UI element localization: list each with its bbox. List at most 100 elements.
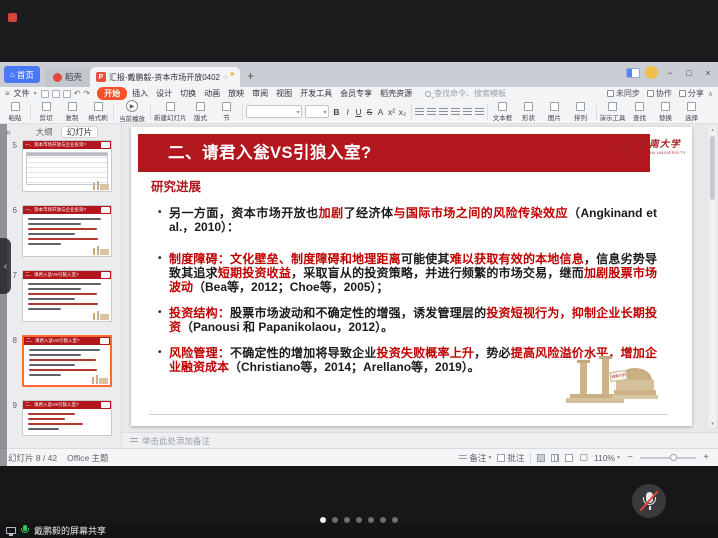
insert-形状-button[interactable]: 形状 — [517, 102, 541, 122]
maximize-button[interactable]: □ — [682, 68, 696, 78]
save-icon[interactable] — [41, 90, 49, 98]
export-pdf-icon[interactable] — [63, 90, 71, 98]
member-badge-icon[interactable] — [626, 68, 640, 78]
tools-替换-button[interactable]: 替换 — [654, 102, 678, 122]
format-S-button[interactable]: S — [365, 107, 375, 117]
tools-选择-button[interactable]: 选择 — [680, 102, 704, 122]
notes-toggle[interactable]: 备注 ▾ — [459, 452, 491, 464]
font-size-select[interactable]: ▾ — [305, 105, 329, 118]
slide-thumbnail-8[interactable]: 二、请君入瓮VS引狼入室? — [22, 335, 112, 387]
scroll-down-icon[interactable]: ▾ — [709, 421, 716, 427]
tools-查找-button[interactable]: 查找 — [628, 102, 652, 122]
text-segment: 股票市场波动和不确定性的增强，诱发管理层的 — [230, 306, 486, 320]
redo-icon[interactable]: ↷ — [83, 89, 90, 98]
align-right-icon[interactable] — [463, 108, 472, 116]
format-A-button[interactable]: A — [376, 107, 386, 117]
play-from-current-button[interactable]: ▶ 当前播放 — [117, 100, 147, 123]
file-menu[interactable]: 文件 — [14, 88, 30, 99]
zoom-slider-knob[interactable] — [670, 454, 677, 461]
slide-position: 幻灯片 8 / 42 — [8, 452, 57, 464]
align-left-icon[interactable] — [439, 108, 448, 116]
numbering-icon[interactable] — [427, 108, 436, 116]
close-button[interactable]: × — [701, 68, 715, 78]
bullets-icon[interactable] — [415, 108, 424, 116]
format-U-button[interactable]: U — [354, 107, 364, 117]
current-slide[interactable]: 二、请君入瓮VS引狼入室? 湖南大学 HUNAN UNIVERSITY 研究进展… — [131, 127, 692, 426]
menu-action-分享[interactable]: 分享 — [679, 88, 704, 99]
format-x₂-button[interactable]: x₂ — [398, 107, 408, 117]
undo-icon[interactable]: ↶ — [74, 89, 81, 98]
slide-thumbnail-9[interactable]: 二、请君入瓮VS引狼入室? — [22, 400, 112, 436]
new-tab-button[interactable]: + — [247, 69, 254, 83]
align-center-icon[interactable] — [451, 108, 460, 116]
text-line — [28, 308, 61, 310]
text-line — [28, 233, 75, 235]
format-I-button[interactable]: I — [343, 107, 353, 117]
zoom-in-button[interactable]: + — [702, 452, 710, 463]
text-segment: （Christiano等，2014；Arellano等，2019）。 — [229, 360, 480, 374]
paste-button[interactable]: 粘贴 — [3, 102, 27, 122]
search-box[interactable]: 查找命令、搜索模板 — [425, 88, 506, 99]
microphone-muted-button[interactable] — [632, 484, 666, 518]
zoom-slider[interactable] — [640, 457, 696, 459]
slide-sorter-view-button[interactable] — [551, 454, 559, 462]
menu-tab-稻壳资源[interactable]: 稻壳资源 — [377, 88, 415, 99]
scroll-up-icon[interactable]: ▴ — [709, 127, 716, 133]
collapse-ribbon-icon[interactable]: ∧ — [708, 90, 713, 98]
reading-view-button[interactable] — [565, 454, 573, 462]
home-tab[interactable]: ⌂ 首页 — [4, 66, 40, 83]
scrollbar-thumb[interactable] — [710, 136, 715, 200]
docer-tab[interactable]: 稻壳 — [45, 67, 90, 87]
menu-action-协作[interactable]: 协作 — [647, 88, 672, 99]
menu-tab-切换[interactable]: 切换 — [177, 88, 199, 99]
favorite-star-icon[interactable]: * — [230, 73, 234, 81]
format-x²-button[interactable]: x² — [387, 107, 397, 117]
notes-bar[interactable]: 单击此处添加备注 — [122, 432, 718, 448]
menu-tab-开始[interactable]: 开始 — [97, 87, 127, 100]
slides-节-button[interactable]: 节 — [215, 102, 239, 122]
menu-tab-动画[interactable]: 动画 — [201, 88, 223, 99]
menu-action-未同步[interactable]: 未同步 — [607, 88, 640, 99]
menu-tab-设计[interactable]: 设计 — [153, 88, 175, 99]
user-avatar[interactable] — [645, 66, 658, 79]
meeting-panel-handle[interactable]: ‹ — [0, 238, 11, 294]
menu-tab-开发工具[interactable]: 开发工具 — [297, 88, 335, 99]
slide-thumbnail-5[interactable]: 一、资本市场开放与企业投资? — [22, 140, 112, 192]
insert-排列-button[interactable]: 排列 — [569, 102, 593, 122]
comments-toggle[interactable]: 批注 — [497, 452, 524, 464]
menu-tab-放映[interactable]: 放映 — [225, 88, 247, 99]
zoom-out-button[interactable]: − — [626, 452, 634, 463]
document-tab[interactable]: P 汇报-戴鹏毅-资本市场开放0402 ○ * — [90, 67, 240, 87]
zoom-level[interactable]: 110% ▾ — [594, 453, 620, 463]
divider — [150, 104, 151, 120]
panel-header: « 大纲幻灯片 — [0, 124, 121, 140]
menu-tab-视图[interactable]: 视图 — [273, 88, 295, 99]
tools-演示工具-button[interactable]: 演示工具 — [600, 102, 626, 122]
slide-thumbnail-7[interactable]: 二、请君入瓮VS引狼入室? — [22, 270, 112, 322]
fit-slide-button[interactable]: ▢ — [579, 452, 588, 463]
text-line — [28, 238, 98, 240]
clipboard-复制-button[interactable]: 复制 — [60, 102, 84, 122]
hamburger-icon[interactable]: ≡ — [5, 89, 10, 98]
line-spacing-icon[interactable] — [475, 108, 484, 116]
canvas-scrollbar[interactable]: ▴ ▾ — [709, 126, 716, 428]
print-icon[interactable] — [52, 90, 60, 98]
clipboard-剪切-button[interactable]: 剪切 — [34, 102, 58, 122]
menu-tab-会员专享[interactable]: 会员专享 — [337, 88, 375, 99]
slide-thumbnail-6[interactable]: 一、资本市场开放与企业投资? — [22, 205, 112, 257]
clipboard-格式刷-button[interactable]: 格式刷 — [86, 102, 110, 122]
panel-tab-大纲[interactable]: 大纲 — [36, 126, 53, 138]
slides-新建幻灯片-button[interactable]: 新建幻灯片 — [154, 102, 187, 122]
insert-图片-button[interactable]: 图片 — [543, 102, 567, 122]
insert-文本框-button[interactable]: 文本框 — [491, 102, 515, 122]
normal-view-button[interactable] — [537, 454, 545, 462]
menu-tab-插入[interactable]: 插入 — [129, 88, 151, 99]
font-family-select[interactable]: ▾ — [246, 105, 302, 118]
minimize-button[interactable]: − — [663, 68, 677, 78]
format-B-button[interactable]: B — [332, 107, 342, 117]
slides-版式-button[interactable]: 版式 — [189, 102, 213, 122]
text-segment: 难以获取有效的本地信息 — [450, 252, 584, 266]
menu-tab-审阅[interactable]: 审阅 — [249, 88, 271, 99]
panel-tab-幻灯片[interactable]: 幻灯片 — [61, 126, 99, 138]
slides-节-icon — [222, 102, 231, 111]
